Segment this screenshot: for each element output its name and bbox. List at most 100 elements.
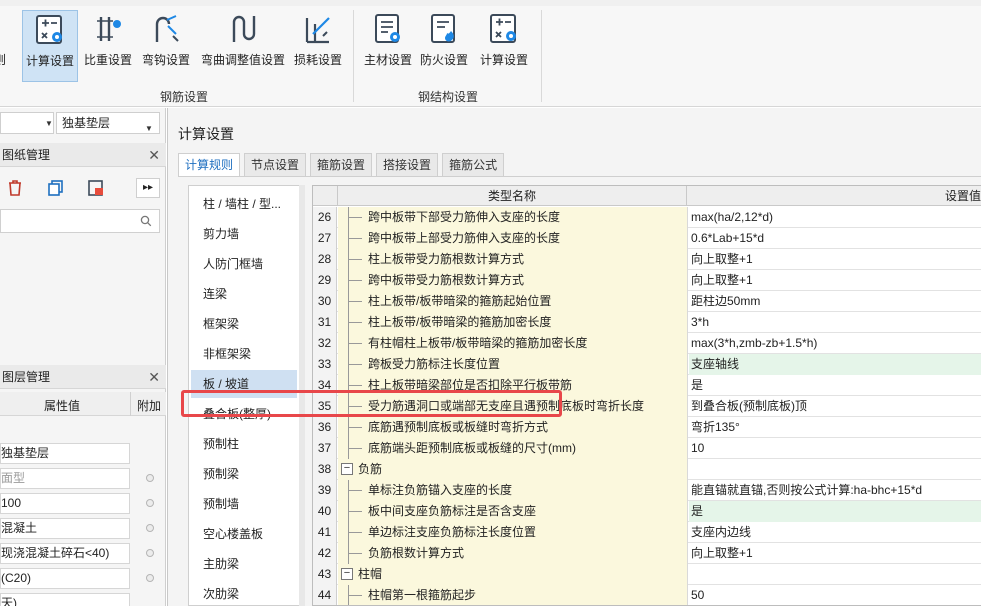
attr-checkbox[interactable] bbox=[146, 524, 154, 532]
grid-row[interactable]: 31 柱上板带/板带暗梁的箍筋加密长度 3*h bbox=[313, 312, 981, 333]
attr-row[interactable]: 面型 bbox=[0, 466, 166, 491]
grid-row[interactable]: 26 跨中板带下部受力筋伸入支座的长度 max(ha/2,12*d) bbox=[313, 207, 981, 228]
row-value-cell[interactable]: max(3*h,zmb-zb+1.5*h) bbox=[689, 333, 981, 354]
category-item[interactable]: 空心楼盖板 bbox=[191, 520, 297, 548]
row-name-cell[interactable]: 柱上板带/板带暗梁的箍筋起始位置 bbox=[338, 291, 688, 312]
category-item[interactable]: 预制墙 bbox=[191, 490, 297, 518]
row-value-cell[interactable]: 向上取整+1 bbox=[689, 249, 981, 270]
tab-lap-settings[interactable]: 搭接设置 bbox=[376, 153, 439, 177]
row-name-cell[interactable]: 柱上板带受力筋根数计算方式 bbox=[338, 249, 688, 270]
attr-row[interactable]: 100 bbox=[0, 491, 166, 516]
row-name-cell[interactable]: 受力筋遇洞口或端部无支座且遇预制底板时弯折长度 bbox=[338, 396, 688, 417]
row-name-cell[interactable]: 跨板受力筋标注长度位置 bbox=[338, 354, 688, 375]
grid-row[interactable]: 28 柱上板带受力筋根数计算方式 向上取整+1 bbox=[313, 249, 981, 270]
attr-row[interactable]: 天) bbox=[0, 591, 166, 606]
collapse-icon[interactable]: − bbox=[341, 568, 353, 580]
collapse-icon[interactable]: − bbox=[341, 463, 353, 475]
category-item[interactable]: 叠合板(整厚) bbox=[191, 400, 297, 428]
row-value-cell[interactable]: 支座轴线 bbox=[689, 354, 981, 375]
row-name-cell[interactable]: 柱上板带/板带暗梁的箍筋加密长度 bbox=[338, 312, 688, 333]
attr-checkbox[interactable] bbox=[146, 574, 154, 582]
category-item[interactable]: 柱 / 墙柱 / 型... bbox=[191, 190, 297, 218]
close-icon[interactable]: ✕ bbox=[148, 365, 160, 389]
category-item[interactable]: 预制梁 bbox=[191, 460, 297, 488]
attr-value[interactable]: 天) bbox=[0, 593, 130, 606]
grid-row[interactable]: 44 柱帽第一根箍筋起步 50 bbox=[313, 585, 981, 605]
tab-node-settings[interactable]: 节点设置 bbox=[244, 153, 307, 177]
category-item[interactable]: 框架梁 bbox=[191, 310, 297, 338]
row-value-cell[interactable]: 能直锚就直锚,否则按公式计算:ha-bhc+15*d bbox=[689, 480, 981, 501]
attr-row[interactable]: 独基垫层 bbox=[0, 441, 166, 466]
row-name-cell[interactable]: − 柱帽 bbox=[338, 564, 688, 585]
grid-row[interactable]: 36 底筋遇预制底板或板缝时弯折方式 弯折135° bbox=[313, 417, 981, 438]
category-item[interactable]: 人防门框墙 bbox=[191, 250, 297, 278]
row-value-cell[interactable]: max(ha/2,12*d) bbox=[689, 207, 981, 228]
steel-calc-settings-button[interactable]: 计算设置 bbox=[476, 10, 532, 82]
category-item[interactable]: 剪力墙 bbox=[191, 220, 297, 248]
row-value-cell[interactable]: 距柱边50mm bbox=[689, 291, 981, 312]
attr-value[interactable]: 独基垫层 bbox=[0, 443, 130, 464]
row-name-cell[interactable]: 底筋遇预制底板或板缝时弯折方式 bbox=[338, 417, 688, 438]
layer-dropdown[interactable]: 独基垫层 ▼ bbox=[56, 112, 160, 134]
row-value-cell[interactable]: 是 bbox=[689, 375, 981, 396]
row-name-cell[interactable]: 跨中板带上部受力筋伸入支座的长度 bbox=[338, 228, 688, 249]
expand-more-icon[interactable]: ▸▸ bbox=[136, 178, 160, 198]
grid-row[interactable]: 32 有柱帽柱上板带/板带暗梁的箍筋加密长度 max(3*h,zmb-zb+1.5*… bbox=[313, 333, 981, 354]
row-name-cell[interactable]: 底筋端头距预制底板或板缝的尺寸(mm) bbox=[338, 438, 688, 459]
fire-settings-button[interactable]: 防火设置 bbox=[418, 10, 470, 82]
category-item[interactable]: 预制柱 bbox=[191, 430, 297, 458]
row-name-cell[interactable]: 跨中板带受力筋根数计算方式 bbox=[338, 270, 688, 291]
row-value-cell[interactable]: 是 bbox=[689, 501, 981, 522]
grid-row[interactable]: 34 柱上板带暗梁部位是否扣除平行板带筋 是 bbox=[313, 375, 981, 396]
attr-value[interactable]: 混凝土 bbox=[0, 518, 130, 539]
row-value-cell[interactable]: 0.6*Lab+15*d bbox=[689, 228, 981, 249]
grid-row[interactable]: 35 受力筋遇洞口或端部无支座且遇预制底板时弯折长度 到叠合板(预制底板)顶 bbox=[313, 396, 981, 417]
row-value-cell[interactable] bbox=[689, 564, 981, 585]
locate-drawing-icon[interactable] bbox=[86, 178, 106, 198]
row-value-cell[interactable]: 50 bbox=[689, 585, 981, 605]
attr-value[interactable]: (C20) bbox=[0, 568, 130, 589]
row-value-cell[interactable]: 向上取整+1 bbox=[689, 270, 981, 291]
attr-value[interactable]: 100 bbox=[0, 493, 130, 514]
category-item-selected[interactable]: 板 / 坡道 bbox=[191, 370, 297, 398]
row-name-cell[interactable]: 有柱帽柱上板带/板带暗梁的箍筋加密长度 bbox=[338, 333, 688, 354]
main-material-settings-button[interactable]: 主材设置 bbox=[362, 10, 414, 82]
row-value-cell[interactable]: 到叠合板(预制底板)顶 bbox=[689, 396, 981, 417]
row-value-cell[interactable]: 弯折135° bbox=[689, 417, 981, 438]
loss-settings-button[interactable]: 损耗设置 bbox=[292, 10, 344, 82]
category-item[interactable]: 连梁 bbox=[191, 280, 297, 308]
category-item[interactable]: 非框架梁 bbox=[191, 340, 297, 368]
grid-row[interactable]: 27 跨中板带上部受力筋伸入支座的长度 0.6*Lab+15*d bbox=[313, 228, 981, 249]
row-name-cell[interactable]: 柱帽第一根箍筋起步 bbox=[338, 585, 688, 605]
row-value-cell[interactable]: 向上取整+1 bbox=[689, 543, 981, 564]
row-name-cell[interactable]: 板中间支座负筋标注是否含支座 bbox=[338, 501, 688, 522]
attr-checkbox[interactable] bbox=[146, 549, 154, 557]
density-settings-button[interactable]: 比重设置 bbox=[82, 10, 134, 82]
row-value-cell[interactable] bbox=[689, 459, 981, 480]
floor-dropdown[interactable]: ▼ bbox=[0, 112, 54, 134]
attr-checkbox[interactable] bbox=[146, 499, 154, 507]
hook-settings-button[interactable]: 弯钩设置 bbox=[140, 10, 192, 82]
grid-row[interactable]: 33 跨板受力筋标注长度位置 支座轴线 bbox=[313, 354, 981, 375]
row-value-cell[interactable]: 10 bbox=[689, 438, 981, 459]
grid-row[interactable]: 41 单边标注支座负筋标注长度位置 支座内边线 bbox=[313, 522, 981, 543]
copy-icon[interactable] bbox=[46, 178, 66, 198]
row-name-cell[interactable]: 单标注负筋锚入支座的长度 bbox=[338, 480, 688, 501]
tab-stirrup-formula[interactable]: 箍筋公式 bbox=[442, 153, 505, 177]
row-name-cell[interactable]: − 负筋 bbox=[338, 459, 688, 480]
attr-value[interactable]: 面型 bbox=[0, 468, 130, 489]
drawing-search-input[interactable] bbox=[0, 209, 160, 233]
grid-group-row[interactable]: 43− 柱帽 bbox=[313, 564, 981, 585]
grid-row[interactable]: 30 柱上板带/板带暗梁的箍筋起始位置 距柱边50mm bbox=[313, 291, 981, 312]
calc-settings-button[interactable]: 计算设置 bbox=[22, 10, 78, 82]
row-value-cell[interactable]: 3*h bbox=[689, 312, 981, 333]
delete-icon[interactable] bbox=[5, 178, 25, 198]
row-name-cell[interactable]: 柱上板带暗梁部位是否扣除平行板带筋 bbox=[338, 375, 688, 396]
attr-value[interactable]: 现浇混凝土碎石<40) bbox=[0, 543, 130, 564]
category-scrollbar[interactable] bbox=[299, 185, 305, 606]
grid-row[interactable]: 40 板中间支座负筋标注是否含支座 是 bbox=[313, 501, 981, 522]
category-item[interactable]: 主肋梁 bbox=[191, 550, 297, 578]
close-icon[interactable]: ✕ bbox=[148, 143, 160, 167]
grid-group-row[interactable]: 38− 负筋 bbox=[313, 459, 981, 480]
row-name-cell[interactable]: 跨中板带下部受力筋伸入支座的长度 bbox=[338, 207, 688, 228]
